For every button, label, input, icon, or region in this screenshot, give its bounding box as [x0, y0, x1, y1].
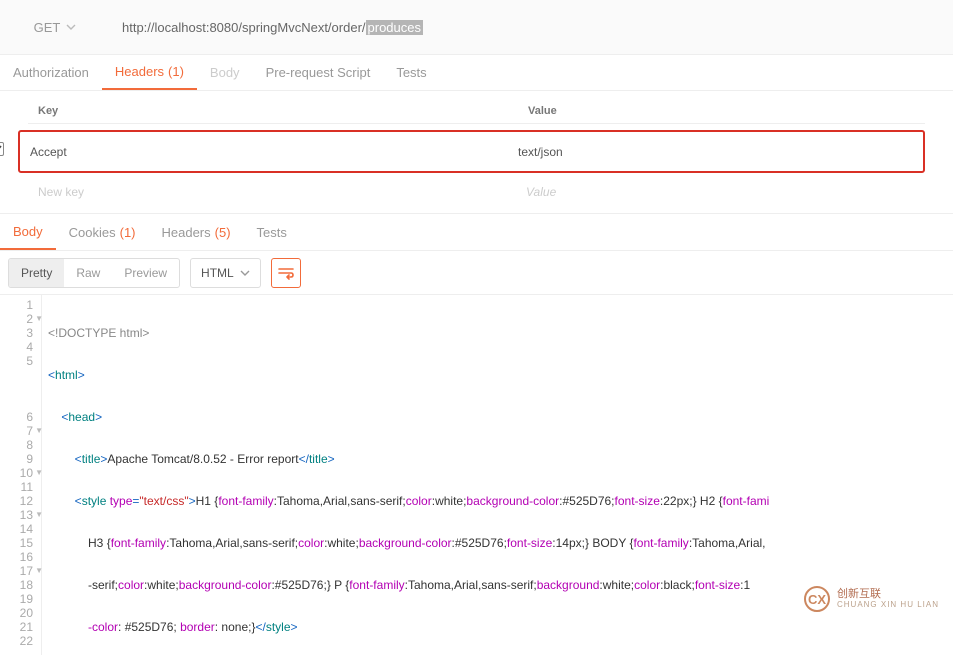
kv-header-row: Key Value [28, 99, 925, 124]
resp-tab-headers-label: Headers [162, 225, 211, 240]
watermark-logo: CX 创新互联 CHUANG XIN HU LIAN [803, 585, 939, 613]
line-num: 13▼ [0, 508, 33, 522]
line-num: 14 [0, 522, 33, 536]
line-num: 1 [0, 298, 33, 312]
line-num: 3 [0, 326, 33, 340]
line-num: 12 [0, 494, 33, 508]
logo-subtext: CHUANG XIN HU LIAN [837, 600, 939, 609]
tab-headers-label: Headers [115, 64, 164, 79]
view-mode-segment: Pretty Raw Preview [8, 258, 180, 288]
line-num: 22 [0, 634, 33, 648]
header-value-input[interactable]: text/json [518, 145, 913, 159]
resp-tab-cookies-count: (1) [120, 225, 136, 240]
line-num: 21 [0, 620, 33, 634]
fold-icon[interactable]: ▼ [35, 466, 43, 480]
tab-tests[interactable]: Tests [383, 55, 439, 90]
resp-tab-headers[interactable]: Headers (5) [149, 214, 244, 250]
chevron-down-icon [240, 270, 250, 276]
header-row-new[interactable]: New key Value [28, 177, 925, 207]
line-num: 18 [0, 578, 33, 592]
resp-tab-body[interactable]: Body [0, 214, 56, 250]
kv-value-header: Value [528, 105, 915, 117]
svg-text:CX: CX [808, 592, 826, 607]
line-num: 11 [0, 480, 33, 494]
request-tabs: Authorization Headers (1) Body Pre-reques… [0, 55, 953, 91]
line-num [0, 648, 33, 655]
header-new-value-input[interactable]: Value [526, 185, 915, 199]
line-num: 8 [0, 438, 33, 452]
tab-headers-count: (1) [168, 64, 184, 79]
header-key-input[interactable]: Accept [30, 145, 518, 159]
language-select[interactable]: HTML [190, 258, 261, 288]
http-method-label: GET [34, 20, 61, 35]
url-input[interactable]: http://localhost:8080/springMvcNext/orde… [110, 9, 953, 46]
language-label: HTML [201, 266, 234, 280]
resp-tab-tests-label: Tests [257, 225, 287, 240]
view-pretty-button[interactable]: Pretty [9, 259, 64, 287]
tab-tests-label: Tests [396, 65, 426, 80]
tab-prereq[interactable]: Pre-request Script [253, 55, 384, 90]
tab-authorization-label: Authorization [13, 65, 89, 80]
url-selected-text: produces [366, 20, 423, 35]
line-num: 19 [0, 592, 33, 606]
line-num: 4 [0, 340, 33, 354]
header-new-key-input[interactable]: New key [38, 185, 526, 199]
line-num: 10▼ [0, 466, 33, 480]
tab-headers[interactable]: Headers (1) [102, 55, 197, 90]
line-num [0, 368, 33, 382]
fold-icon[interactable]: ▼ [35, 312, 43, 326]
request-bar: GET http://localhost:8080/springMvcNext/… [0, 0, 953, 55]
resp-tab-tests[interactable]: Tests [244, 214, 300, 250]
line-num: 6 [0, 410, 33, 424]
resp-tab-cookies[interactable]: Cookies (1) [56, 214, 149, 250]
response-tabs: Body Cookies (1) Headers (5) Tests [0, 213, 953, 251]
response-toolbar: Pretty Raw Preview HTML [0, 251, 953, 295]
line-num [0, 396, 33, 410]
headers-editor: Key Value Accept text/json New key Value [0, 91, 953, 211]
line-num: 17▼ [0, 564, 33, 578]
line-num [0, 382, 33, 396]
header-row-checkbox[interactable] [0, 142, 4, 156]
tab-body[interactable]: Body [197, 55, 253, 90]
header-row-accept[interactable]: Accept text/json [18, 130, 925, 173]
line-gutter: 1 2▼ 3 4 5 6 7▼ 8 9 10▼ 11 12 13▼ 14 15 … [0, 295, 42, 655]
tab-prereq-label: Pre-request Script [266, 65, 371, 80]
view-raw-button[interactable]: Raw [64, 259, 112, 287]
logo-text: 创新互联 [837, 589, 939, 600]
view-pretty-label: Pretty [21, 266, 52, 280]
fold-icon[interactable]: ▼ [35, 564, 43, 578]
fold-icon[interactable]: ▼ [35, 424, 43, 438]
view-preview-label: Preview [124, 266, 167, 280]
resp-tab-body-label: Body [13, 224, 43, 239]
http-method-select[interactable]: GET [0, 9, 110, 46]
tab-body-label: Body [210, 65, 240, 80]
resp-tab-headers-count: (5) [215, 225, 231, 240]
line-num: 16 [0, 550, 33, 564]
line-num: 5 [0, 354, 33, 368]
line-num: 7▼ [0, 424, 33, 438]
resp-tab-cookies-label: Cookies [69, 225, 116, 240]
view-preview-button[interactable]: Preview [112, 259, 179, 287]
view-raw-label: Raw [76, 266, 100, 280]
line-num: 9 [0, 452, 33, 466]
kv-key-header: Key [38, 105, 528, 117]
line-num: 2▼ [0, 312, 33, 326]
url-text: http://localhost:8080/springMvcNext/orde… [122, 20, 366, 35]
fold-icon[interactable]: ▼ [35, 508, 43, 522]
wrap-icon [278, 266, 294, 280]
line-num: 15 [0, 536, 33, 550]
line-num: 20 [0, 606, 33, 620]
wrap-lines-button[interactable] [271, 258, 301, 288]
logo-icon: CX [803, 585, 831, 613]
tab-authorization[interactable]: Authorization [0, 55, 102, 90]
chevron-down-icon [66, 24, 76, 30]
check-icon [0, 145, 2, 153]
